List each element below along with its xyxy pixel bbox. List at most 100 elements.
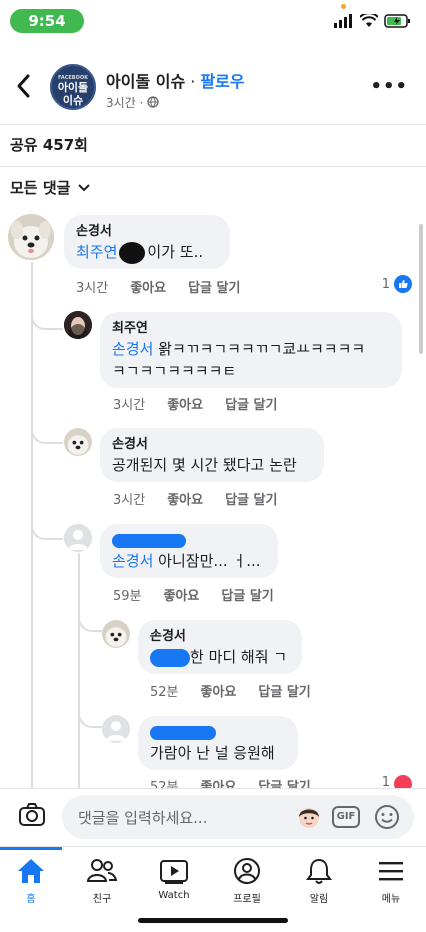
page-avatar[interactable]: FACEBOOK 아이돌 이슈 (50, 64, 96, 110)
comment-time: 3시간 (113, 493, 146, 508)
avatar[interactable] (102, 715, 130, 743)
comment-author[interactable]: 손경서 (76, 223, 218, 241)
mention-tag[interactable]: 최주연 (76, 243, 117, 261)
nav-profile[interactable]: 프로필 (212, 857, 282, 905)
comment-bubble[interactable]: 손경서 최주연 이가 또.. (64, 215, 230, 269)
nav-label: 프로필 (233, 894, 261, 905)
comment-actions: 3시간 좋아요 답글 달기 (113, 394, 277, 413)
nav-friends[interactable]: 친구 (67, 857, 137, 905)
comment-bubble[interactable]: 손경서 한 마디 해줘 ㄱ (138, 620, 302, 674)
mention-tag[interactable]: 손경서 (112, 552, 153, 570)
more-options-icon[interactable]: ••• (370, 76, 408, 97)
like-button[interactable]: 좋아요 (130, 277, 166, 296)
comment-input[interactable]: 댓글을 입력하세요... GIF (62, 795, 414, 839)
logo-mini-text: FACEBOOK (58, 75, 88, 81)
menu-icon (379, 862, 403, 881)
comment-body: 이가 또.. (147, 243, 204, 261)
wifi-icon (360, 14, 378, 27)
back-arrow-icon[interactable] (12, 70, 36, 102)
comment-bubble[interactable]: 가람아 난 널 응원해 (138, 716, 298, 770)
shares-count[interactable]: 공유 457회 (10, 134, 88, 155)
nav-watch[interactable]: Watch (139, 857, 209, 901)
home-indicator (138, 918, 288, 923)
scrollbar[interactable] (419, 224, 423, 354)
redaction-mark (150, 725, 216, 740)
nav-notifications[interactable]: 알림 (284, 857, 354, 905)
avatar[interactable] (64, 311, 92, 339)
avatar[interactable] (102, 620, 130, 648)
status-bar: 9:54 (0, 0, 426, 44)
logo-text-top: 아이돌 (57, 81, 89, 94)
avatar[interactable] (64, 428, 92, 456)
status-time: 9:54 (10, 9, 84, 33)
reaction-count: 1 (381, 775, 390, 788)
status-icons (334, 14, 412, 28)
thread-line-nested (78, 553, 80, 788)
comment-time: 52분 (150, 685, 179, 700)
comment-body: 한 마디 해줘 ㄱ (190, 648, 288, 666)
nav-label: 친구 (92, 894, 112, 905)
comment-author-redacted (112, 532, 266, 550)
avatar-sticker-icon[interactable] (296, 804, 322, 830)
comment-author[interactable]: 최주연 (112, 320, 390, 338)
comment-author[interactable]: 손경서 (150, 628, 290, 646)
like-button[interactable]: 좋아요 (201, 776, 237, 788)
nav-menu[interactable]: 메뉴 (356, 857, 426, 905)
default-user-icon (64, 524, 92, 552)
avatar[interactable] (8, 214, 54, 260)
name-separator: · (185, 72, 201, 91)
page-name-line: 아이돌 이슈 · 팔로우 (106, 68, 245, 92)
nav-home[interactable]: 홈 (0, 857, 66, 905)
default-user-icon (102, 715, 130, 743)
comment-bubble[interactable]: 최주연 손경서 왉ㅋㄲㅋㄱㅋㅋㄲㄱ쿄ㅛㅋㅋㅋㅋ ㅋㄱㅋㄱㅋㅋㅋㅋㅌ (100, 312, 402, 388)
like-button[interactable]: 좋아요 (164, 585, 200, 604)
camera-icon[interactable] (18, 802, 46, 828)
reaction-summary[interactable]: 1 (382, 275, 412, 293)
reaction-summary[interactable]: 1 (382, 775, 412, 788)
comment-text: 최주연 이가 또.. (76, 241, 218, 264)
reply-button[interactable]: 답글 달기 (258, 776, 310, 788)
comment-bubble[interactable]: 손경서 아니잠만... ㅓ... (100, 524, 278, 578)
comment-input-placeholder: 댓글을 입력하세요... (78, 809, 208, 827)
active-tab-indicator (0, 847, 62, 850)
reply-button[interactable]: 답글 달기 (188, 277, 240, 296)
like-button[interactable]: 좋아요 (167, 489, 203, 508)
comment-author-redacted (150, 724, 286, 742)
avatar[interactable] (64, 524, 92, 552)
friends-icon (86, 859, 118, 882)
comment-text: 손경서 아니잠만... ㅓ... (112, 550, 266, 572)
thread-branch-5 (78, 700, 102, 728)
profile-icon (234, 858, 260, 884)
comment-text: 한 마디 해줘 ㄱ (150, 646, 290, 668)
user-photo-avatar-icon (64, 311, 92, 339)
mention-tag[interactable]: 손경서 (112, 340, 153, 358)
comment-actions: 52분 좋아요 답글 달기 (150, 776, 311, 788)
comment-sort-dropdown[interactable]: 모든 댓글 (10, 177, 91, 198)
gif-button[interactable]: GIF (332, 806, 360, 828)
chevron-down-icon (78, 183, 91, 191)
emoji-icon[interactable] (374, 804, 400, 830)
comment-bubble[interactable]: 손경서 공개된지 몇 시간 됐다고 논란 (100, 428, 324, 482)
page-name[interactable]: 아이돌 이슈 (106, 72, 185, 91)
like-button[interactable]: 좋아요 (201, 681, 237, 700)
nav-label: 홈 (26, 894, 36, 905)
comment-text: 손경서 왉ㅋㄲㅋㄱㅋㅋㄲㄱ쿄ㅛㅋㅋㅋㅋ (112, 338, 390, 360)
thread-branch-3 (31, 512, 63, 540)
reply-button[interactable]: 답글 달기 (258, 681, 310, 700)
reply-button[interactable]: 답글 달기 (221, 585, 273, 604)
home-icon (18, 859, 44, 883)
nav-label: 알림 (309, 894, 329, 905)
post-meta: 3시간 · (106, 94, 159, 111)
reply-button[interactable]: 답글 달기 (225, 489, 277, 508)
comment-time: 59분 (113, 589, 142, 604)
dog-avatar-icon (102, 620, 130, 648)
post-time: 3시간 · (106, 96, 148, 110)
comment-composer: 댓글을 입력하세요... GIF (0, 788, 426, 844)
logo-text-bottom: 이슈 (62, 94, 84, 107)
reply-button[interactable]: 답글 달기 (225, 394, 277, 413)
like-button[interactable]: 좋아요 (167, 394, 203, 413)
follow-button[interactable]: 팔로우 (200, 72, 244, 91)
public-globe-icon (147, 96, 159, 108)
comment-author[interactable]: 손경서 (112, 436, 312, 454)
header-divider (0, 124, 426, 125)
